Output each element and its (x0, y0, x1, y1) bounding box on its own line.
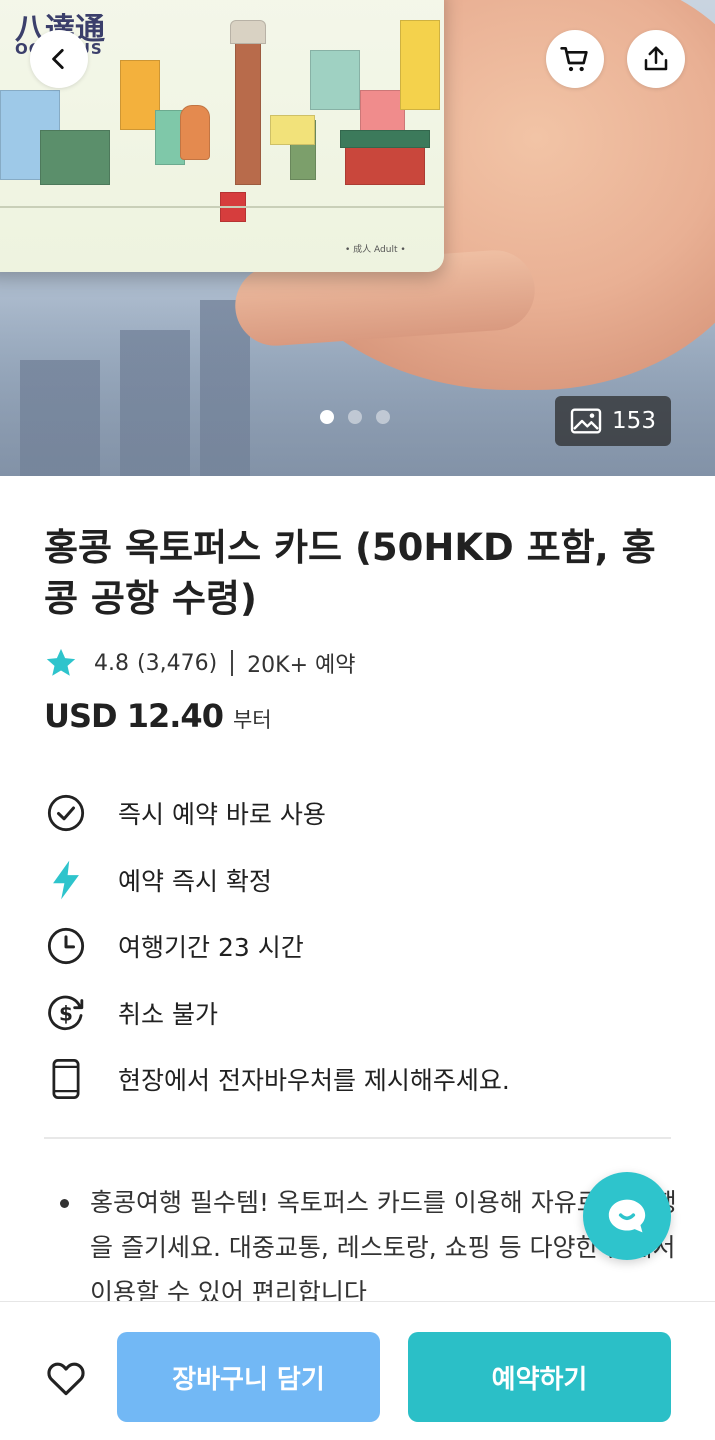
svg-text:$: $ (59, 1001, 73, 1025)
carousel-indicator[interactable] (320, 410, 390, 424)
price: USD 12.40 (44, 697, 224, 735)
carousel-dot[interactable] (320, 410, 334, 424)
feature-label: 현장에서 전자바우처를 제시해주세요. (118, 1066, 510, 1096)
carousel-dot[interactable] (376, 410, 390, 424)
photo-count: 153 (612, 408, 656, 434)
add-to-cart-button[interactable]: 장바구니 담기 (117, 1332, 380, 1422)
share-button[interactable] (627, 30, 685, 88)
cart-button[interactable] (546, 30, 604, 88)
illustration-temple-roof (340, 130, 430, 148)
chevron-left-icon (52, 48, 64, 70)
illustration-store (40, 130, 110, 185)
feature-list: 즉시 예약 바로 사용 예약 즉시 확정 여행기간 23 시간 $ 취소 불가 (44, 780, 674, 1113)
feature-item: 예약 즉시 확정 (44, 847, 674, 914)
heart-icon (47, 1362, 85, 1396)
chat-button[interactable] (583, 1172, 671, 1260)
feature-item: 여행기간 23 시간 (44, 913, 674, 980)
rating-value: 4.8 (94, 650, 129, 676)
clock-icon (44, 924, 88, 968)
rating-row[interactable]: 4.8 (3,476) 20K+ 예약 (44, 645, 355, 681)
feature-label: 취소 불가 (118, 999, 218, 1029)
wishlist-button[interactable] (44, 1356, 88, 1400)
price-suffix: 부터 (232, 708, 272, 732)
book-now-button[interactable]: 예약하기 (408, 1332, 671, 1422)
check-circle-icon (44, 791, 88, 835)
review-count: (3,476) (137, 650, 218, 676)
image-icon (570, 408, 602, 434)
illustration-ground (0, 206, 444, 208)
carousel-dot[interactable] (348, 410, 362, 424)
bottom-action-bar: 장바구니 담기 예약하기 (0, 1301, 715, 1440)
lightning-icon (44, 858, 88, 902)
photo-gallery-button[interactable]: 153 (555, 396, 671, 446)
bullet (60, 1199, 69, 1208)
illustration-traveler-woman (180, 105, 210, 160)
feature-item: 즉시 예약 바로 사용 (44, 780, 674, 847)
illustration-map (270, 115, 315, 145)
divider (231, 650, 234, 676)
feature-label: 여행기간 23 시간 (118, 933, 304, 963)
chat-icon (608, 1199, 646, 1233)
illustration-shopping-bag (120, 60, 160, 130)
feature-label: 즉시 예약 바로 사용 (118, 800, 326, 830)
section-divider (44, 1137, 671, 1139)
product-image-carousel[interactable]: 八達通 OCTOPUS • 成人 Adult • (0, 0, 715, 476)
back-button[interactable] (30, 30, 88, 88)
illustration-clock-tower (235, 40, 261, 185)
illustration-temple (345, 145, 425, 185)
price-row: USD 12.40 부터 (44, 697, 272, 735)
illustration-clock-tower-top (230, 20, 266, 44)
booking-count: 20K+ 예약 (247, 653, 356, 678)
feature-item: 현장에서 전자바우처를 제시해주세요. (44, 1046, 674, 1113)
illustration-building (310, 50, 360, 110)
illustration-shopping-bag (400, 20, 440, 110)
product-title: 홍콩 옥토퍼스 카드 (50HKD 포함, 홍콩 공항 수령) (44, 526, 656, 620)
cart-icon (560, 47, 588, 72)
feature-item: $ 취소 불가 (44, 980, 674, 1047)
share-icon (644, 46, 668, 71)
phone-icon (44, 1057, 88, 1101)
no-refund-icon: $ (44, 991, 88, 1035)
feature-label: 예약 즉시 확정 (118, 866, 272, 896)
star-icon (46, 648, 76, 676)
card-adult-label: • 成人 Adult • (345, 245, 406, 255)
